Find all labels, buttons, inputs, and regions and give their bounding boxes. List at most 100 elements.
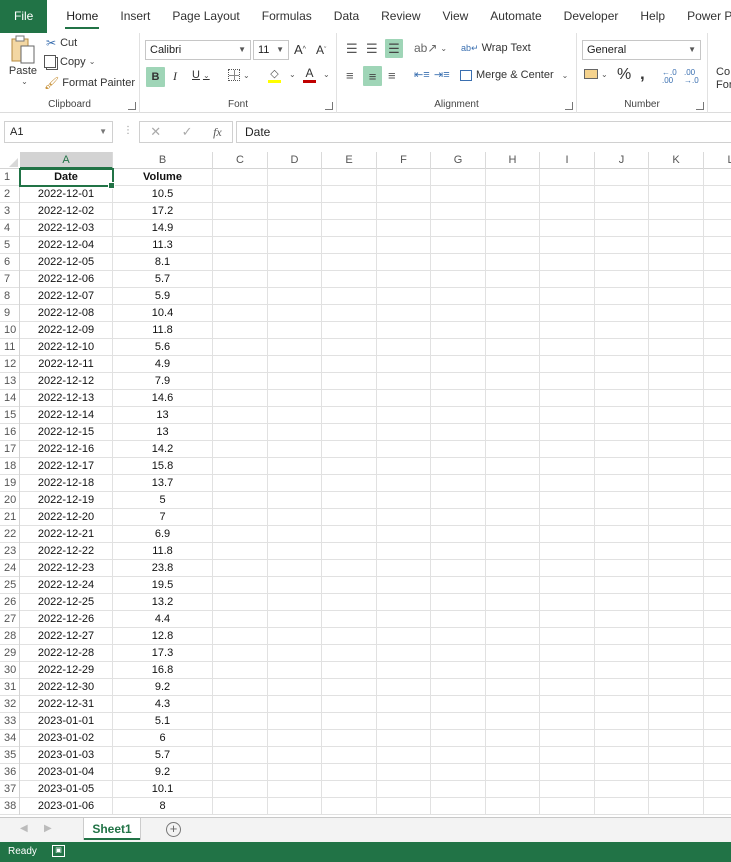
cell-e17[interactable] <box>322 441 377 458</box>
formula-input[interactable]: Date <box>236 121 731 143</box>
cell-e11[interactable] <box>322 339 377 356</box>
tab-page-layout[interactable]: Page Layout <box>161 0 250 33</box>
insert-function-icon[interactable]: fx <box>213 125 222 140</box>
cell-e2[interactable] <box>322 186 377 203</box>
tab-automate[interactable]: Automate <box>479 0 552 33</box>
cell-a6[interactable]: 2022-12-05 <box>20 254 113 271</box>
cell-h7[interactable] <box>486 271 540 288</box>
cell-j16[interactable] <box>595 424 649 441</box>
cell-b24[interactable]: 23.8 <box>113 560 213 577</box>
cell-g38[interactable] <box>431 798 486 815</box>
chevron-down-icon[interactable]: ⌄ <box>89 57 96 66</box>
cell-h14[interactable] <box>486 390 540 407</box>
cell-j3[interactable] <box>595 203 649 220</box>
cell-i10[interactable] <box>540 322 595 339</box>
cell-j7[interactable] <box>595 271 649 288</box>
cell-b38[interactable]: 8 <box>113 798 213 815</box>
cell-l13[interactable] <box>704 373 731 390</box>
bold-button[interactable]: B <box>146 67 165 87</box>
cell-f14[interactable] <box>377 390 431 407</box>
cell-f23[interactable] <box>377 543 431 560</box>
cell-c18[interactable] <box>213 458 268 475</box>
row-header[interactable]: 15 <box>0 407 20 424</box>
row-header[interactable]: 20 <box>0 492 20 509</box>
cell-j37[interactable] <box>595 781 649 798</box>
cell-j32[interactable] <box>595 696 649 713</box>
cell-l9[interactable] <box>704 305 731 322</box>
cell-c8[interactable] <box>213 288 268 305</box>
cell-a9[interactable]: 2022-12-08 <box>20 305 113 322</box>
cell-f18[interactable] <box>377 458 431 475</box>
cell-b16[interactable]: 13 <box>113 424 213 441</box>
macro-recording-icon[interactable]: ▣ <box>52 845 65 857</box>
cell-j6[interactable] <box>595 254 649 271</box>
cell-d3[interactable] <box>268 203 322 220</box>
cell-j29[interactable] <box>595 645 649 662</box>
cell-l4[interactable] <box>704 220 731 237</box>
cell-l6[interactable] <box>704 254 731 271</box>
cell-k7[interactable] <box>649 271 704 288</box>
cell-d8[interactable] <box>268 288 322 305</box>
cell-k22[interactable] <box>649 526 704 543</box>
cell-d24[interactable] <box>268 560 322 577</box>
cell-k32[interactable] <box>649 696 704 713</box>
row-header[interactable]: 7 <box>0 271 20 288</box>
cell-h29[interactable] <box>486 645 540 662</box>
align-center-button[interactable]: ≡ <box>363 66 382 86</box>
cell-g37[interactable] <box>431 781 486 798</box>
cell-a16[interactable]: 2022-12-15 <box>20 424 113 441</box>
cell-d16[interactable] <box>268 424 322 441</box>
cell-j13[interactable] <box>595 373 649 390</box>
row-header[interactable]: 4 <box>0 220 20 237</box>
bottom-align-button[interactable]: ☰ <box>385 39 403 58</box>
format-painter-button[interactable]: 🖌 Format Painter <box>44 76 135 90</box>
cell-a37[interactable]: 2023-01-05 <box>20 781 113 798</box>
cell-l1[interactable] <box>704 169 731 186</box>
cell-k23[interactable] <box>649 543 704 560</box>
cell-c14[interactable] <box>213 390 268 407</box>
cell-d35[interactable] <box>268 747 322 764</box>
cell-b26[interactable]: 13.2 <box>113 594 213 611</box>
cell-a11[interactable]: 2022-12-10 <box>20 339 113 356</box>
cell-d21[interactable] <box>268 509 322 526</box>
cell-g30[interactable] <box>431 662 486 679</box>
cell-e23[interactable] <box>322 543 377 560</box>
cell-f31[interactable] <box>377 679 431 696</box>
cell-f7[interactable] <box>377 271 431 288</box>
cell-a28[interactable]: 2022-12-27 <box>20 628 113 645</box>
drag-handle-icon[interactable]: ⋮ <box>123 125 133 136</box>
cell-b1[interactable]: Volume <box>113 169 213 186</box>
cell-l18[interactable] <box>704 458 731 475</box>
cell-l24[interactable] <box>704 560 731 577</box>
cell-c1[interactable] <box>213 169 268 186</box>
cell-i32[interactable] <box>540 696 595 713</box>
cell-i29[interactable] <box>540 645 595 662</box>
column-header-a[interactable]: A <box>20 152 113 169</box>
cell-l35[interactable] <box>704 747 731 764</box>
chevron-down-icon[interactable]: ⌄ <box>289 70 296 79</box>
cell-j19[interactable] <box>595 475 649 492</box>
cell-h13[interactable] <box>486 373 540 390</box>
cell-a3[interactable]: 2022-12-02 <box>20 203 113 220</box>
cell-c26[interactable] <box>213 594 268 611</box>
wrap-text-button[interactable]: ab↵ Wrap Text <box>461 42 531 54</box>
cell-i8[interactable] <box>540 288 595 305</box>
cell-c36[interactable] <box>213 764 268 781</box>
cell-k5[interactable] <box>649 237 704 254</box>
cell-f32[interactable] <box>377 696 431 713</box>
cell-f1[interactable] <box>377 169 431 186</box>
cell-b32[interactable]: 4.3 <box>113 696 213 713</box>
increase-indent-button[interactable]: ⇥≡ <box>434 68 450 81</box>
column-header-c[interactable]: C <box>213 152 268 169</box>
cell-d14[interactable] <box>268 390 322 407</box>
cell-k28[interactable] <box>649 628 704 645</box>
row-header[interactable]: 27 <box>0 611 20 628</box>
cell-c32[interactable] <box>213 696 268 713</box>
font-color-button[interactable]: A <box>303 67 316 83</box>
cell-l29[interactable] <box>704 645 731 662</box>
cell-f5[interactable] <box>377 237 431 254</box>
cell-h17[interactable] <box>486 441 540 458</box>
cell-c30[interactable] <box>213 662 268 679</box>
cell-j15[interactable] <box>595 407 649 424</box>
cell-d10[interactable] <box>268 322 322 339</box>
